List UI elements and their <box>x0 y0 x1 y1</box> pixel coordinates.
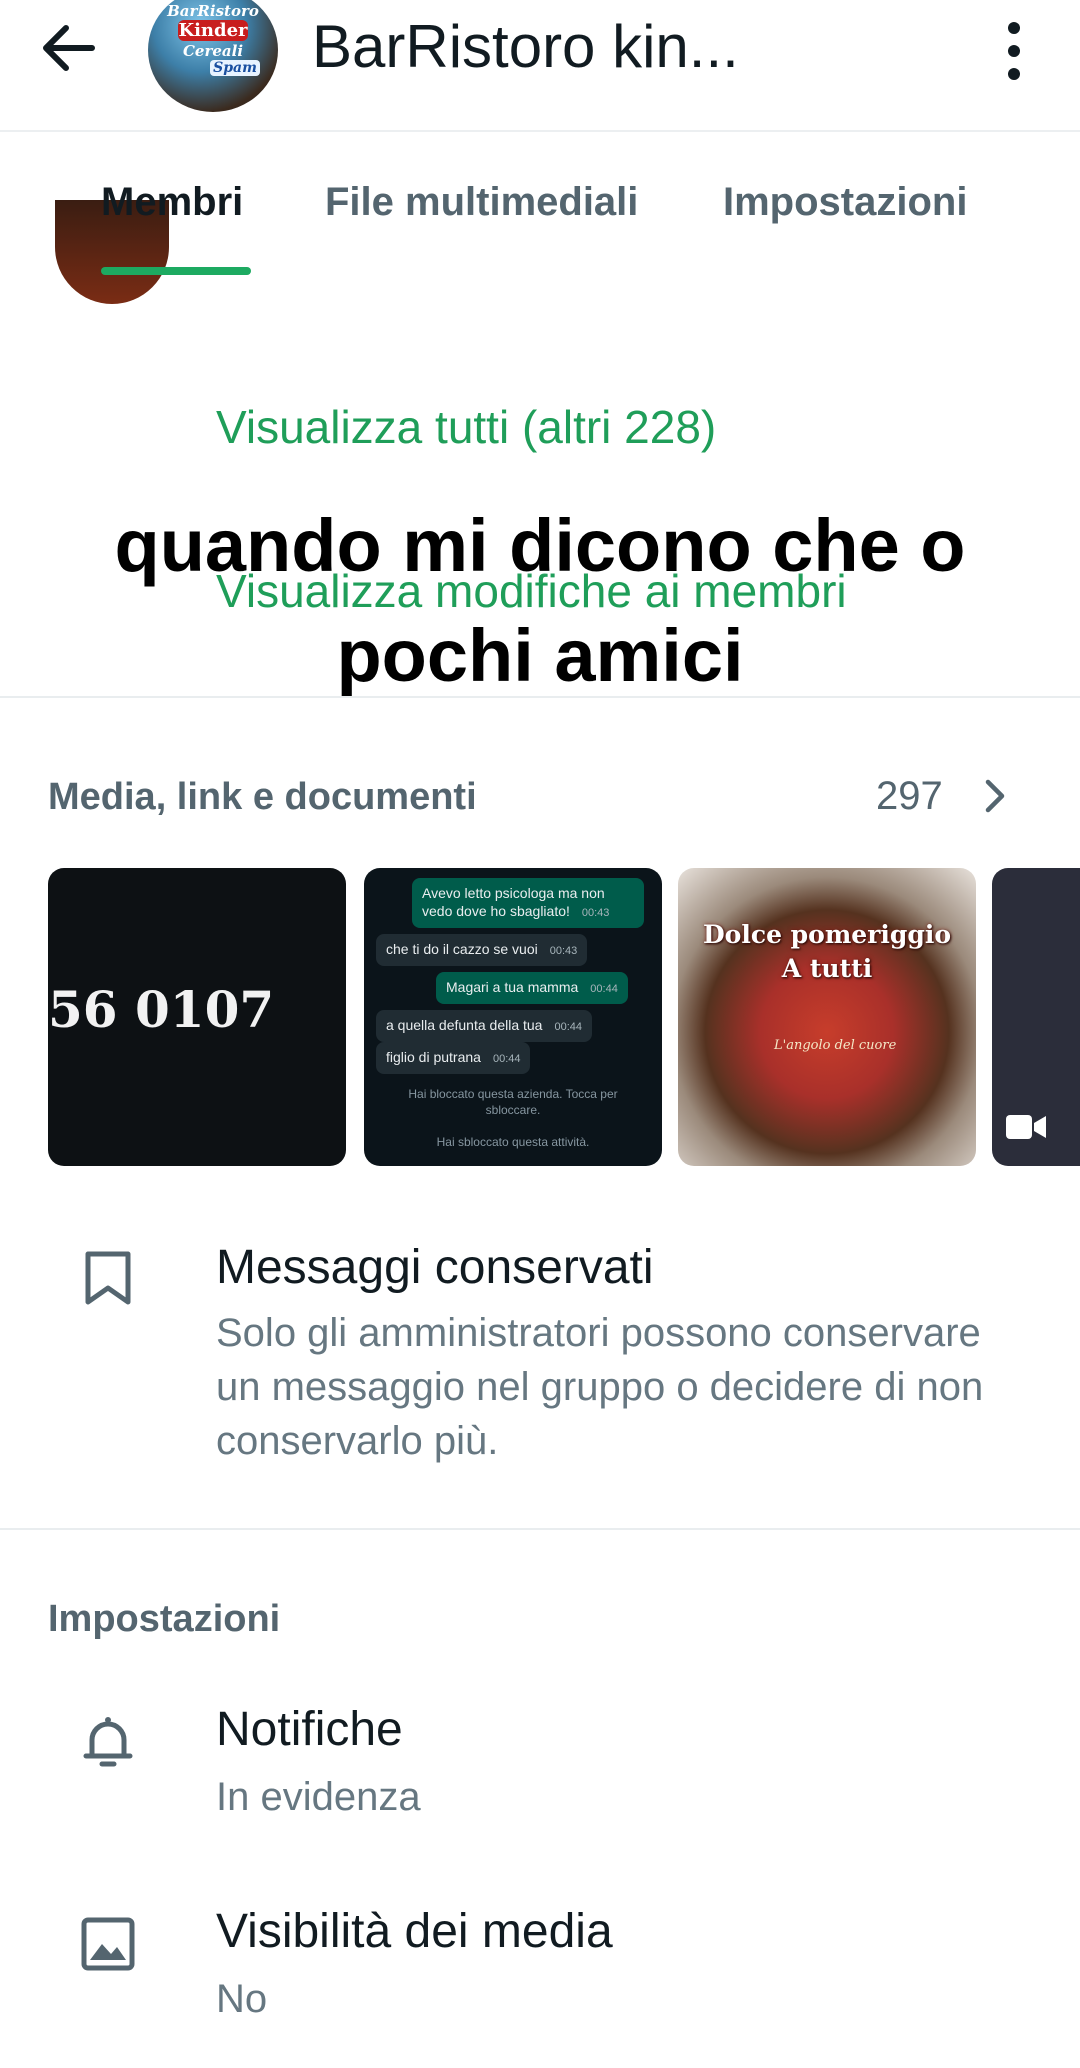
media-section-label[interactable]: Media, link e documenti <box>48 776 477 819</box>
settings-section-label: Impostazioni <box>48 1598 281 1640</box>
thumbnail-text: 56 0107 <box>48 980 275 1039</box>
media-thumbnail-photo[interactable]: Dolce pomeriggio A tutti L'angolo del cu… <box>678 868 976 1166</box>
avatar-line: BarRistoro <box>167 2 259 20</box>
chat-bubble: Magari a tua mamma 00:44 <box>436 972 628 1004</box>
chat-system-message: Hai bloccato questa azienda. Tocca per s… <box>408 1087 618 1117</box>
media-visibility-title[interactable]: Visibilità dei media <box>216 1904 613 1959</box>
media-thumbnail[interactable]: 56 0107 <box>48 868 346 1166</box>
tab-membri[interactable]: Membri <box>101 180 243 225</box>
back-arrow-icon[interactable] <box>38 20 108 76</box>
photo-caption-line: Dolce pomeriggio <box>703 920 951 949</box>
media-thumbnail-chat[interactable]: Avevo letto psicologa ma non vedo dove h… <box>364 868 662 1166</box>
chevron-right-icon[interactable] <box>980 776 1010 816</box>
media-count[interactable]: 297 <box>876 774 943 819</box>
bookmark-icon <box>78 1248 138 1308</box>
more-options-icon[interactable] <box>996 18 1032 84</box>
notifications-value: In evidenza <box>216 1775 421 1819</box>
photo-signature: L'angolo del cuore <box>774 1038 897 1053</box>
active-tab-indicator <box>101 267 251 275</box>
group-title[interactable]: BarRistoro kin... <box>312 12 739 81</box>
chat-system-message: Hai sbloccato questa attività. <box>436 1135 590 1149</box>
video-camera-icon <box>1006 1112 1046 1142</box>
photo-caption-line: A tutti <box>781 954 873 983</box>
media-thumbnail-video[interactable] <box>992 868 1080 1166</box>
kept-messages-description: Solo gli amministratori possono conserva… <box>216 1311 984 1463</box>
avatar-line: Spam <box>210 60 260 76</box>
notifications-title[interactable]: Notifiche <box>216 1702 403 1757</box>
overlay-caption-line-2: pochi amici <box>336 614 744 697</box>
overlay-caption-line-1: quando mi dicono che o <box>114 504 966 587</box>
bell-icon <box>78 1712 138 1772</box>
avatar-line: Kinder <box>178 20 248 41</box>
tab-file-multimediali[interactable]: File multimediali <box>325 180 638 225</box>
view-all-members-link[interactable]: Visualizza tutti (altri 228) <box>216 400 716 454</box>
section-divider <box>0 1528 1080 1530</box>
chat-bubble: Avevo letto psicologa ma non vedo dove h… <box>412 878 644 928</box>
chat-bubble: figlio di putrana 00:44 <box>376 1042 531 1074</box>
avatar-line: Cereali <box>182 42 244 60</box>
image-icon <box>78 1914 138 1974</box>
kept-messages-title[interactable]: Messaggi conservati <box>216 1240 654 1295</box>
chat-bubble: che ti do il cazzo se vuoi 00:43 <box>376 934 588 966</box>
section-divider <box>0 696 1080 698</box>
chat-bubble: a quella defunta della tua 00:44 <box>376 1010 592 1042</box>
media-visibility-value: No <box>216 1977 268 2021</box>
tab-impostazioni[interactable]: Impostazioni <box>723 180 967 225</box>
